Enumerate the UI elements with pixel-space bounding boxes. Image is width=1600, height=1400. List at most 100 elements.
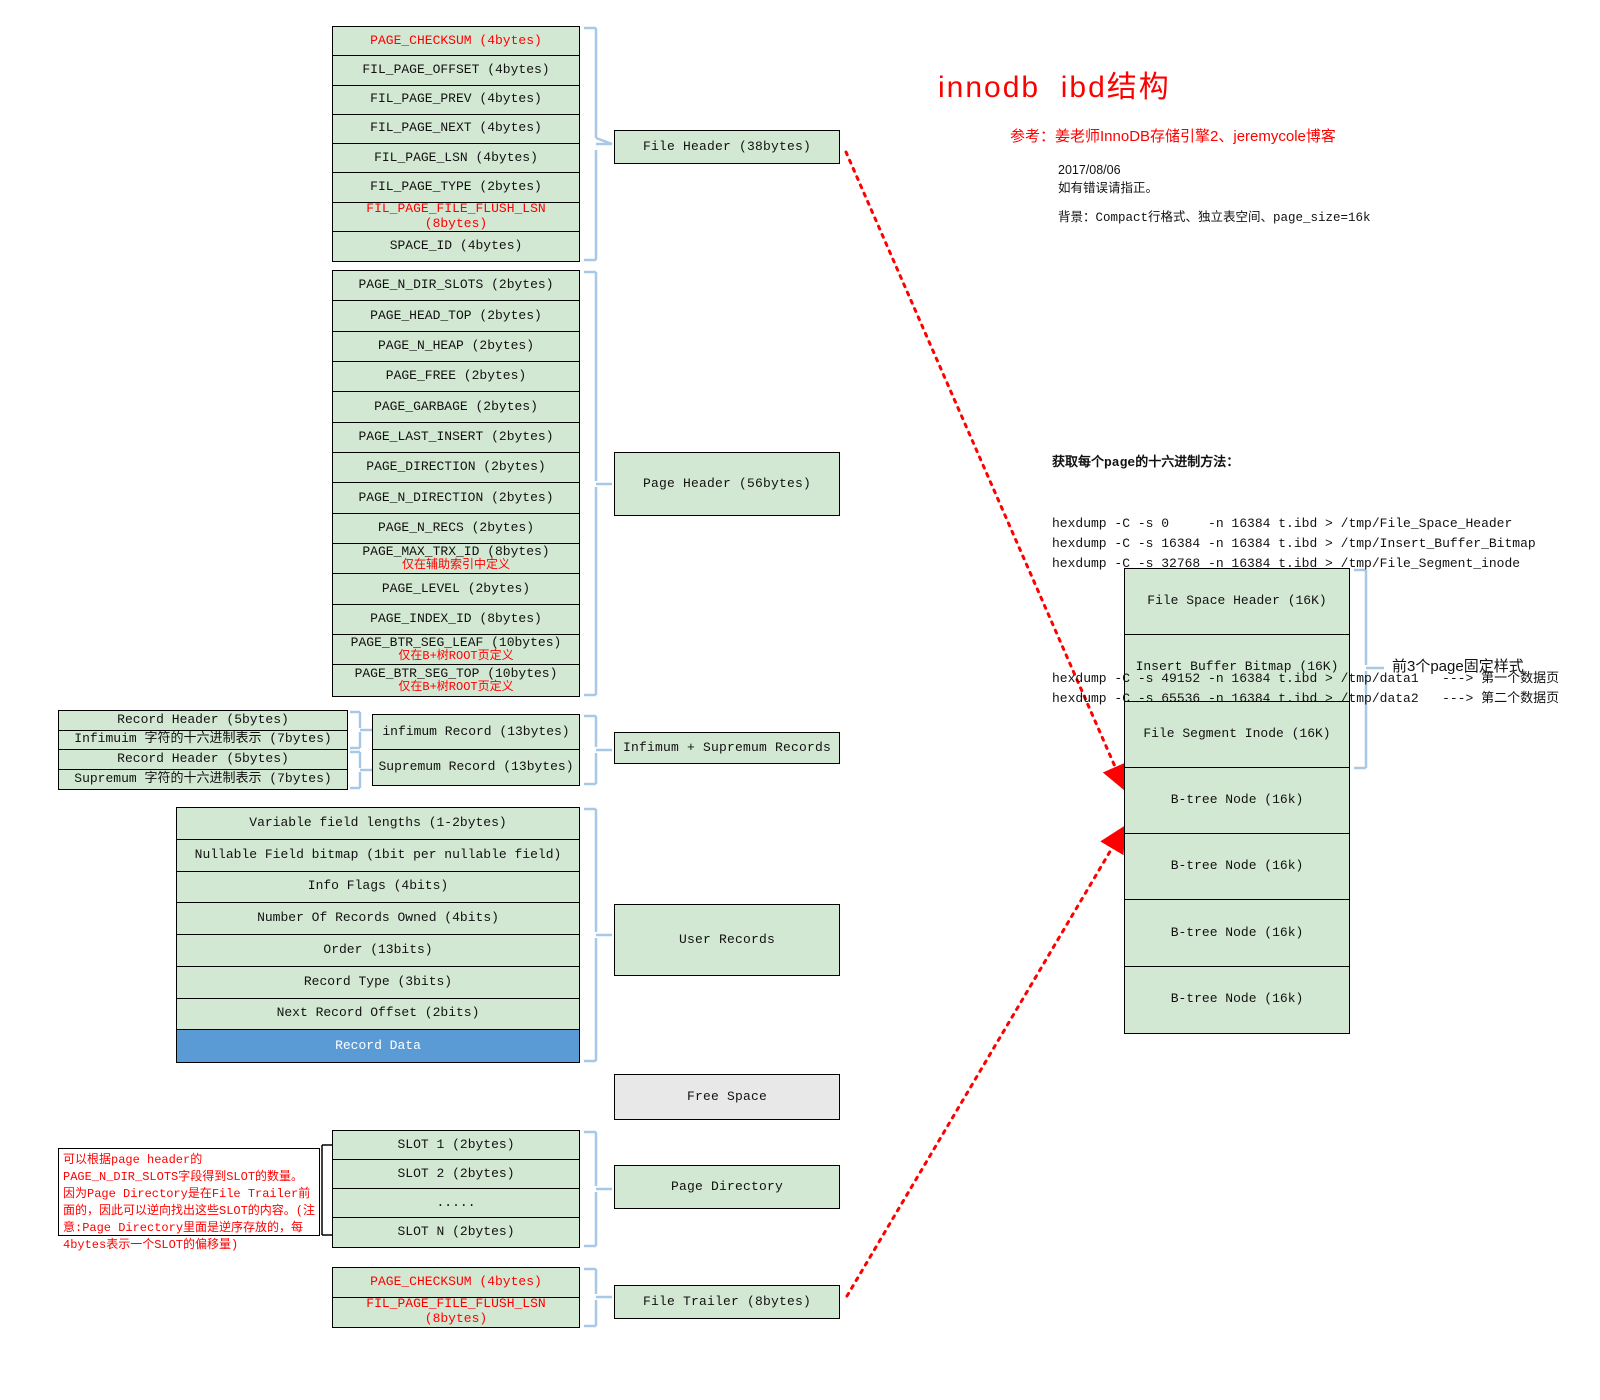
background-line: 背景：Compact行格式、独立表空间、page_size=16k (1058, 211, 1371, 225)
file-trailer-field: FIL_PAGE_FILE_FLUSH_LSN (8bytes) (333, 1296, 579, 1328)
correction-line: 如有错误请指正。 (1058, 181, 1159, 195)
page-stack-item: B-tree Node (16k) (1125, 834, 1349, 901)
file-header-field-stack: PAGE_CHECKSUM (4bytes) FIL_PAGE_OFFSET (4… (332, 26, 580, 262)
page-header-field: PAGE_HEAD_TOP (2bytes) (333, 301, 579, 332)
field-label: Record Type (3bits) (303, 973, 453, 989)
user-record-field: Record Data (177, 1030, 579, 1062)
page-directory-slot-stack: SLOT 1 (2bytes) SLOT 2 (2bytes)..... SLOT … (332, 1130, 580, 1248)
field-label: Nullable Field bitmap (1bit per nullable… (194, 846, 562, 862)
infimum-supremum-field: infimum Record (13bytes) (373, 715, 579, 750)
page-directory-slot: SLOT N (2bytes) (333, 1218, 579, 1247)
arrow-file-trailer-to-btree (845, 825, 1126, 1298)
page-header-field: PAGE_LAST_INSERT (2bytes) (333, 423, 579, 454)
field-label: PAGE_N_DIRECTION (2bytes) (358, 489, 554, 505)
user-record-field-stack: Variable field lengths (1-2bytes) Nullabl… (176, 807, 580, 1063)
field-label: SLOT N (2bytes) (397, 1224, 515, 1240)
label-free-space: Free Space (614, 1074, 840, 1120)
field-note: 仅在B+树ROOT页定义 (398, 648, 514, 663)
field-label: Record Header (5bytes) (117, 750, 289, 766)
page-header-field: PAGE_MAX_TRX_ID (8bytes) 仅在辅助索引中定义 (333, 544, 579, 575)
hexdump-heading: 获取每个page的十六进制方法： (1052, 455, 1240, 471)
field-label: FIL_PAGE_PREV (4bytes) (370, 91, 542, 107)
brace-file-trailer (582, 1267, 614, 1328)
field-label: FIL_PAGE_OFFSET (4bytes) (362, 61, 550, 77)
user-record-field: Record Type (3bits) (177, 967, 579, 999)
brace-record-header (348, 710, 374, 790)
user-record-field: Info Flags (4bits) (177, 872, 579, 904)
user-record-field: Order (13bits) (177, 935, 579, 967)
field-label: Info Flags (4bits) (307, 878, 449, 894)
field-label: PAGE_DIRECTION (2bytes) (366, 459, 546, 475)
field-label: PAGE_CHECKSUM (4bytes) (370, 1273, 542, 1289)
field-label: PAGE_LEVEL (2bytes) (381, 580, 531, 596)
page-header-field: PAGE_LEVEL (2bytes) (333, 574, 579, 605)
hexdump-line: hexdump -C -s 0 -n 16384 t.ibd > /tmp/Fi… (1052, 515, 1513, 531)
brace-infimum-supremum (582, 714, 614, 786)
field-label: Order (13bits) (323, 941, 433, 957)
field-label: PAGE_INDEX_ID (8bytes) (370, 610, 542, 626)
field-label: PAGE_HEAD_TOP (2bytes) (370, 307, 542, 323)
page-stack-item: B-tree Node (16k) (1125, 967, 1349, 1033)
field-label: SLOT 1 (2bytes) (397, 1136, 515, 1152)
field-label: B-tree Node (16k) (1170, 924, 1304, 940)
record-header-field: Record Header (5bytes) (59, 750, 347, 770)
field-label: Supremum Record (13bytes) (378, 759, 574, 775)
brace-page-directory-note (318, 1143, 334, 1237)
page-header-field: PAGE_N_DIR_SLOTS (2bytes) (333, 271, 579, 302)
label-page-header: Page Header (56bytes) (614, 452, 840, 516)
field-label: ..... (436, 1194, 476, 1210)
page-directory-slot: ..... (333, 1189, 579, 1218)
file-header-field: FIL_PAGE_FILE_FLUSH_LSN (8bytes) (333, 200, 579, 232)
record-header-field: Infimuim 字符的十六进制表示 (7bytes) (59, 731, 347, 750)
page-header-field: PAGE_GARBAGE (2bytes) (333, 392, 579, 423)
page-title: innodb ibd结构 (938, 71, 1171, 104)
diagram-canvas: PAGE_CHECKSUM (4bytes) FIL_PAGE_OFFSET (4… (0, 0, 1600, 1400)
field-label: infimum Record (13bytes) (382, 723, 570, 739)
field-label: Infimuim 字符的十六进制表示 (7bytes) (74, 731, 332, 747)
field-label: Record Data (335, 1037, 421, 1053)
infimum-supremum-field: Supremum Record (13bytes) (373, 750, 579, 785)
user-record-field: Nullable Field bitmap (1bit per nullable… (177, 840, 579, 872)
page-stack-item: B-tree Node (16k) (1125, 900, 1349, 967)
field-label: PAGE_GARBAGE (2bytes) (374, 398, 538, 414)
hexdump-block: 获取每个page的十六进制方法： hexdump -C -s 0 -n 1638… (1052, 413, 1559, 749)
hexdump-line: hexdump -C -s 65536 -n 16384 t.ibd > /tm… (1052, 690, 1560, 706)
brace-page-directory (582, 1130, 614, 1248)
page-header-field: PAGE_FREE (2bytes) (333, 362, 579, 393)
page-header-field-stack: PAGE_N_DIR_SLOTS (2bytes) PAGE_HEAD_TOP (… (332, 270, 580, 697)
file-header-field: FIL_PAGE_NEXT (4bytes) (333, 115, 579, 144)
page-directory-slot: SLOT 1 (2bytes) (333, 1131, 579, 1160)
field-note: 仅在辅助索引中定义 (401, 557, 510, 572)
page-header-field: PAGE_INDEX_ID (8bytes) (333, 605, 579, 636)
file-header-field: PAGE_CHECKSUM (4bytes) (333, 27, 579, 57)
field-label: PAGE_N_HEAP (2bytes) (377, 337, 535, 353)
field-label: FIL_PAGE_FILE_FLUSH_LSN (8bytes) (366, 200, 546, 231)
field-label: PAGE_N_RECS (2bytes) (377, 519, 535, 535)
file-header-field: FIL_PAGE_OFFSET (4bytes) (333, 56, 579, 86)
brace-user-records (582, 807, 614, 1063)
file-header-field: FIL_PAGE_LSN (4bytes) (333, 144, 579, 174)
infimum-supremum-stack: infimum Record (13bytes) Supremum Record … (372, 714, 580, 786)
page-directory-slot: SLOT 2 (2bytes) (333, 1160, 579, 1189)
field-label: Supremum 字符的十六进制表示 (7bytes) (74, 770, 332, 786)
label-infimum-supremum: Infimum + Supremum Records (614, 732, 840, 764)
user-record-field: Next Record Offset (2bits) (177, 999, 579, 1031)
hexdump-line: hexdump -C -s 49152 -n 16384 t.ibd > /tm… (1052, 670, 1560, 686)
file-header-field: SPACE_ID (4bytes) (333, 232, 579, 261)
page-header-field: PAGE_DIRECTION (2bytes) (333, 453, 579, 484)
page-header-field: PAGE_N_HEAP (2bytes) (333, 332, 579, 363)
hexdump-lines: hexdump -C -s 0 -n 16384 t.ibd > /tmp/Fi… (1052, 514, 1559, 574)
hexdump-lines-2: hexdump -C -s 49152 -n 16384 t.ibd > /tm… (1052, 669, 1559, 709)
field-label: Number Of Records Owned (4bits) (257, 910, 499, 926)
field-label: SPACE_ID (4bytes) (389, 237, 523, 253)
file-trailer-field-stack: PAGE_CHECKSUM (4bytes) FIL_PAGE_FILE_FLUS… (332, 1267, 580, 1328)
date-line: 2017/08/06 (1058, 163, 1121, 177)
field-label: B-tree Node (16k) (1170, 792, 1304, 808)
page-header-field: PAGE_BTR_SEG_LEAF (10bytes) 仅在B+树ROOT页定义 (333, 635, 579, 666)
field-label: SLOT 2 (2bytes) (397, 1165, 515, 1181)
file-header-field: FIL_PAGE_TYPE (2bytes) (333, 173, 579, 203)
record-header-field: Record Header (5bytes) (59, 711, 347, 731)
label-file-header: File Header (38bytes) (614, 130, 840, 164)
field-label: FIL_PAGE_NEXT (4bytes) (370, 120, 542, 136)
field-label: FIL_PAGE_LSN (4bytes) (374, 149, 538, 165)
